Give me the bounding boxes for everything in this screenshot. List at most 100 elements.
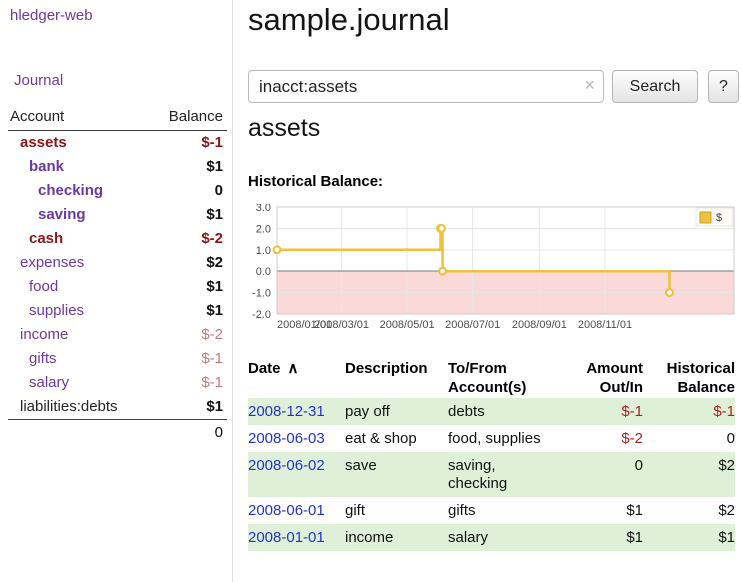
clear-search-icon[interactable]: × bbox=[584, 76, 595, 94]
account-balance: $-1 bbox=[149, 371, 227, 395]
transaction-amount: $1 bbox=[568, 497, 643, 524]
account-link-gifts[interactable]: gifts bbox=[29, 350, 57, 367]
svg-text:2008/11/01: 2008/11/01 bbox=[578, 319, 632, 331]
account-row: expenses $2 bbox=[8, 251, 227, 275]
sidebar: hledger-web Journal Account Balance asse… bbox=[0, 0, 233, 582]
account-name-cell: supplies bbox=[8, 299, 149, 323]
account-name-cell: income bbox=[8, 323, 149, 347]
svg-text:3.0: 3.0 bbox=[256, 204, 271, 214]
page-title: sample.journal bbox=[248, 2, 450, 38]
register-header-balance: Historical Balance bbox=[643, 358, 735, 398]
svg-text:-1.0: -1.0 bbox=[252, 288, 271, 300]
account-name-cell: saving bbox=[8, 203, 149, 227]
transaction-date-cell: 2008-06-03 bbox=[248, 425, 345, 452]
transaction-description: income bbox=[345, 524, 448, 551]
register-header-accounts: To/From Account(s) bbox=[448, 358, 568, 398]
account-name-cell: cash bbox=[8, 227, 149, 251]
register-header-description: Description bbox=[345, 358, 448, 398]
transaction-date-link[interactable]: 2008-06-01 bbox=[248, 502, 325, 519]
amount-header-line1: Amount bbox=[568, 359, 643, 378]
transaction-balance: $1 bbox=[643, 524, 735, 551]
account-balance: $-1 bbox=[149, 347, 227, 371]
account-name-cell: expenses bbox=[8, 251, 149, 275]
transaction-amount: $-1 bbox=[568, 398, 643, 425]
account-link-expenses[interactable]: expenses bbox=[20, 254, 84, 271]
transaction-date-cell: 2008-06-01 bbox=[248, 497, 345, 524]
sidebar-item-journal[interactable]: Journal bbox=[14, 72, 63, 89]
account-link-income[interactable]: income bbox=[20, 326, 68, 343]
svg-text:2008/03/01: 2008/03/01 bbox=[314, 319, 369, 331]
account-link-bank[interactable]: bank bbox=[29, 158, 64, 175]
transaction-date-link[interactable]: 2008-06-02 bbox=[248, 457, 325, 474]
transaction-date-link[interactable]: 2008-01-01 bbox=[248, 529, 325, 546]
balance-header-line2: Balance bbox=[643, 378, 735, 397]
account-balance: $2 bbox=[149, 251, 227, 275]
account-link-saving[interactable]: saving bbox=[38, 206, 86, 223]
search-input[interactable] bbox=[248, 70, 604, 103]
transaction-balance: 0 bbox=[643, 425, 735, 452]
transaction-accounts: food, supplies bbox=[448, 425, 568, 452]
search-bar: × Search ? bbox=[248, 70, 742, 104]
transaction-accounts: gifts bbox=[448, 497, 568, 524]
transaction-date-link[interactable]: 2008-06-03 bbox=[248, 430, 325, 447]
total-label bbox=[8, 420, 149, 447]
register-header-amount: Amount Out/In bbox=[568, 358, 643, 398]
chart-title: Historical Balance: bbox=[248, 173, 383, 190]
transaction-description: eat & shop bbox=[345, 425, 448, 452]
transaction-accounts: debts bbox=[448, 398, 568, 425]
search-button[interactable]: Search bbox=[612, 70, 698, 103]
sort-ascending-icon[interactable]: ∧ bbox=[288, 360, 299, 377]
svg-text:2.0: 2.0 bbox=[256, 223, 271, 235]
transaction-accounts: saving, checking bbox=[448, 452, 568, 497]
account-balance: $-1 bbox=[149, 131, 227, 156]
account-link-assets[interactable]: assets bbox=[20, 134, 67, 151]
account-row: gifts $-1 bbox=[8, 347, 227, 371]
transaction-amount: $-2 bbox=[568, 425, 643, 452]
register-header-row: Date∧ Description To/From Account(s) Amo… bbox=[248, 358, 735, 398]
transaction-description: pay off bbox=[345, 398, 448, 425]
account-row: bank$1 bbox=[8, 155, 227, 179]
account-column-header: Account bbox=[8, 106, 149, 131]
account-row: food$1 bbox=[8, 275, 227, 299]
transaction-balance: $-1 bbox=[643, 398, 735, 425]
main-content: sample.journal × Search ? assets Histori… bbox=[248, 0, 742, 582]
svg-text:-2.0: -2.0 bbox=[252, 309, 271, 321]
account-row: liabilities:debts $1 bbox=[8, 395, 227, 420]
account-row: checking0 bbox=[8, 179, 227, 203]
account-balance: $1 bbox=[149, 299, 227, 323]
register-header-date[interactable]: Date∧ bbox=[248, 358, 345, 398]
account-row: cash$-2 bbox=[8, 227, 227, 251]
account-row: supplies $1 bbox=[8, 299, 227, 323]
account-name-cell: bank bbox=[8, 155, 149, 179]
svg-text:0.0: 0.0 bbox=[256, 266, 271, 278]
svg-text:2008/07/01: 2008/07/01 bbox=[445, 319, 500, 331]
svg-text:2008/05/01: 2008/05/01 bbox=[380, 319, 435, 331]
transaction-balance: $2 bbox=[643, 497, 735, 524]
account-link-checking[interactable]: checking bbox=[38, 182, 103, 199]
account-row: income $-2 bbox=[8, 323, 227, 347]
account-row: assets $-1 bbox=[8, 131, 227, 156]
account-balance: $-2 bbox=[149, 323, 227, 347]
help-button[interactable]: ? bbox=[708, 70, 739, 103]
account-link-salary[interactable]: salary bbox=[29, 374, 69, 391]
transaction-amount: 0 bbox=[568, 452, 643, 497]
account-balance: $1 bbox=[149, 203, 227, 227]
amount-header-line2: Out/In bbox=[568, 378, 643, 397]
account-balance-table: Account Balance assets$-1bank$1checking0… bbox=[8, 106, 227, 446]
transaction-date-link[interactable]: 2008-12-31 bbox=[248, 403, 325, 420]
historical-balance-chart: -2.0-1.00.01.02.03.02008/01/012008/03/01… bbox=[246, 204, 738, 344]
svg-text:$: $ bbox=[716, 212, 722, 224]
register-rows: 2008-12-31pay offdebts$-1$-12008-06-03ea… bbox=[248, 398, 735, 551]
accounts-header-line1: To/From bbox=[448, 359, 568, 378]
accounts-header-line2: Account(s) bbox=[448, 378, 568, 397]
account-link-cash[interactable]: cash bbox=[29, 230, 63, 247]
svg-text:1.0: 1.0 bbox=[256, 245, 271, 257]
app-title-link[interactable]: hledger-web bbox=[10, 7, 93, 24]
account-name-cell: liabilities:debts bbox=[8, 395, 149, 420]
transaction-description: save bbox=[345, 452, 448, 497]
account-link-supplies[interactable]: supplies bbox=[29, 302, 84, 319]
account-link-food[interactable]: food bbox=[29, 278, 58, 295]
transaction-date-cell: 2008-12-31 bbox=[248, 398, 345, 425]
account-link-liabilities-debts[interactable]: liabilities:debts bbox=[20, 398, 118, 415]
account-balance: $1 bbox=[149, 395, 227, 420]
